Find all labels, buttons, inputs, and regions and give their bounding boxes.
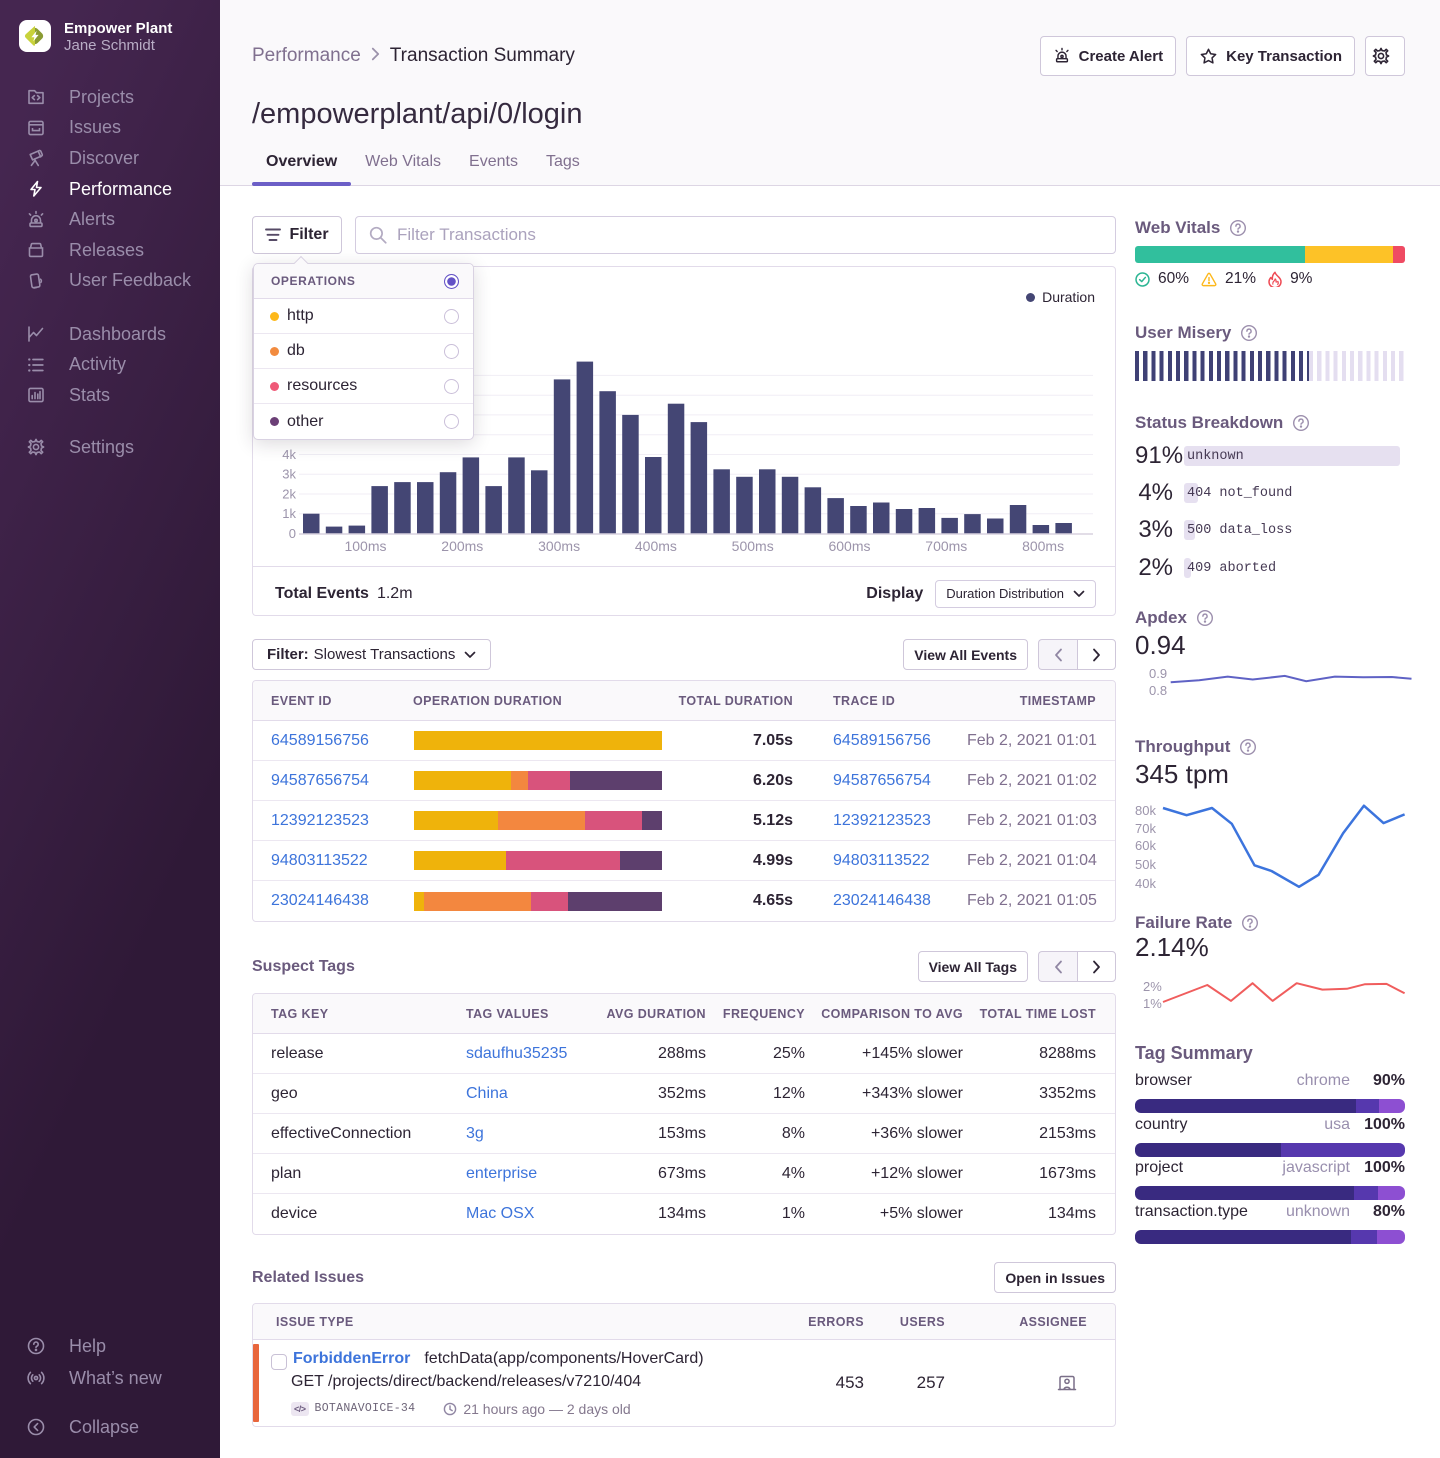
- svg-text:2k: 2k: [282, 487, 296, 502]
- svg-text:700ms: 700ms: [925, 538, 967, 554]
- svg-text:800ms: 800ms: [1022, 538, 1064, 554]
- svg-text:1k: 1k: [282, 506, 296, 521]
- svg-text:500ms: 500ms: [732, 538, 774, 554]
- svg-text:3k: 3k: [282, 467, 296, 482]
- svg-text:4k: 4k: [282, 447, 296, 462]
- svg-text:200ms: 200ms: [441, 538, 483, 554]
- svg-text:100ms: 100ms: [344, 538, 386, 554]
- svg-text:400ms: 400ms: [635, 538, 677, 554]
- svg-text:0: 0: [289, 526, 296, 541]
- svg-text:300ms: 300ms: [538, 538, 580, 554]
- svg-text:600ms: 600ms: [828, 538, 870, 554]
